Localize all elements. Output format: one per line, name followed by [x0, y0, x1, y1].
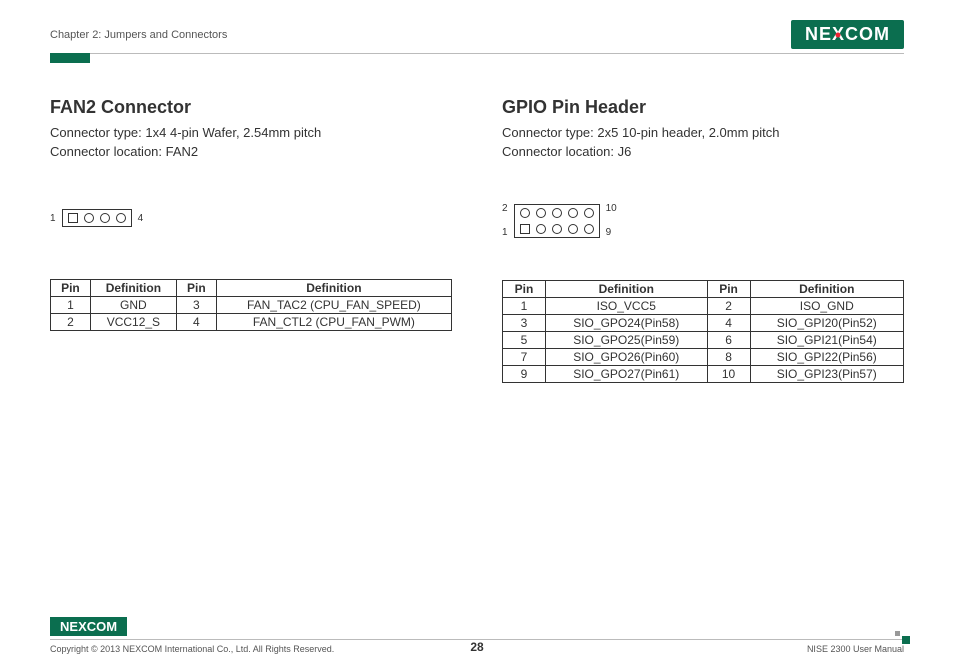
- col-def: Definition: [545, 280, 707, 297]
- pin-icon: [84, 213, 94, 223]
- footer-brand-logo: NEXCOM: [50, 617, 127, 636]
- brand-logo: NEXCOM: [791, 20, 904, 49]
- col-pin: Pin: [707, 280, 750, 297]
- fan2-table: Pin Definition Pin Definition 1 GND 3 FA…: [50, 279, 452, 331]
- doc-title: NISE 2300 User Manual: [807, 644, 904, 654]
- pin-icon: [584, 224, 594, 234]
- gpio-section: GPIO Pin Header Connector type: 2x5 10-p…: [502, 97, 904, 383]
- table-row: 1 GND 3 FAN_TAC2 (CPU_FAN_SPEED): [51, 297, 452, 314]
- fan2-diagram: 1 4: [50, 208, 452, 228]
- footer-accent-icon: [896, 630, 910, 644]
- fan2-pin-row: [62, 209, 132, 227]
- table-row: 3SIO_GPO24(Pin58) 4SIO_GPI20(Pin52): [503, 314, 904, 331]
- pin-icon: [568, 208, 578, 218]
- pin-icon: [116, 213, 126, 223]
- fan2-section: FAN2 Connector Connector type: 1x4 4-pin…: [50, 97, 452, 383]
- page-header: Chapter 2: Jumpers and Connectors NEXCOM: [50, 20, 904, 49]
- gpio-type: Connector type: 2x5 10-pin header, 2.0mm…: [502, 124, 904, 143]
- gpio-pin-grid: [514, 204, 600, 238]
- gpio-pin1-label: 1: [502, 228, 508, 238]
- fan2-pin4-label: 4: [138, 213, 144, 224]
- table-row: 2 VCC12_S 4 FAN_CTL2 (CPU_FAN_PWM): [51, 314, 452, 331]
- col-pin: Pin: [503, 280, 546, 297]
- header-rule: [50, 53, 904, 54]
- header-accent: [50, 53, 90, 63]
- table-header-row: Pin Definition Pin Definition: [51, 280, 452, 297]
- table-row: 9SIO_GPO27(Pin61) 10SIO_GPI23(Pin57): [503, 365, 904, 382]
- col-def: Definition: [216, 280, 451, 297]
- gpio-table: Pin Definition Pin Definition 1ISO_VCC5 …: [502, 280, 904, 383]
- gpio-pin2-label: 2: [502, 204, 508, 214]
- copyright-text: Copyright © 2013 NEXCOM International Co…: [50, 644, 334, 654]
- table-header-row: Pin Definition Pin Definition: [503, 280, 904, 297]
- table-row: 7SIO_GPO26(Pin60) 8SIO_GPI22(Pin56): [503, 348, 904, 365]
- gpio-diagram: 2 1: [502, 198, 904, 238]
- fan2-type: Connector type: 1x4 4-pin Wafer, 2.54mm …: [50, 124, 452, 143]
- col-pin: Pin: [51, 280, 91, 297]
- pin-icon: [520, 208, 530, 218]
- gpio-title: GPIO Pin Header: [502, 97, 904, 118]
- fan2-location: Connector location: FAN2: [50, 143, 452, 162]
- pin-icon: [552, 224, 562, 234]
- gpio-pin10-label: 10: [606, 204, 617, 214]
- pin-icon: [100, 213, 110, 223]
- fan2-pin1-label: 1: [50, 213, 56, 224]
- col-pin: Pin: [176, 280, 216, 297]
- table-row: 1ISO_VCC5 2ISO_GND: [503, 297, 904, 314]
- pin-icon: [584, 208, 594, 218]
- gpio-pin9-label: 9: [606, 228, 617, 238]
- pin-icon: [568, 224, 578, 234]
- table-row: 5SIO_GPO25(Pin59) 6SIO_GPI21(Pin54): [503, 331, 904, 348]
- main-content: FAN2 Connector Connector type: 1x4 4-pin…: [50, 97, 904, 383]
- chapter-title: Chapter 2: Jumpers and Connectors: [50, 29, 227, 41]
- col-def: Definition: [750, 280, 903, 297]
- pin-icon: [536, 208, 546, 218]
- fan2-title: FAN2 Connector: [50, 97, 452, 118]
- pin-icon: [552, 208, 562, 218]
- pin-icon: [536, 224, 546, 234]
- page-number: 28: [470, 640, 483, 654]
- pin-1-icon: [520, 224, 530, 234]
- gpio-location: Connector location: J6: [502, 143, 904, 162]
- col-def: Definition: [90, 280, 176, 297]
- pin-1-icon: [68, 213, 78, 223]
